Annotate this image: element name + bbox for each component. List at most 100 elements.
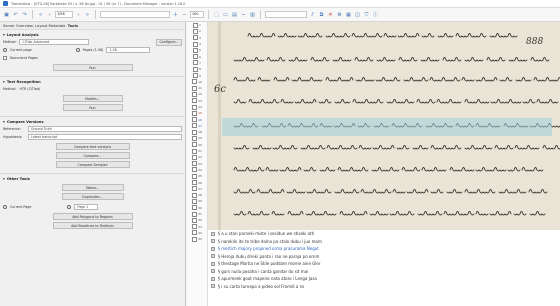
region-icon[interactable]: ▭ xyxy=(222,11,229,18)
prev-page-icon[interactable]: ‹ xyxy=(46,11,53,18)
line-icon[interactable]: ▤ xyxy=(231,11,238,18)
line-checkbox[interactable] xyxy=(192,91,198,97)
collapse-icon[interactable]: ▾ xyxy=(3,33,5,37)
line-checkbox[interactable] xyxy=(192,154,198,160)
transcription-panel[interactable]: § a u stari parneki miste i sesidun we s… xyxy=(208,230,560,306)
panel-tabs-label[interactable]: Server Overview, Layout Metadata xyxy=(3,24,66,28)
line-checkbox[interactable] xyxy=(192,148,198,154)
line-checkbox[interactable] xyxy=(192,85,198,91)
line-checkbox[interactable] xyxy=(192,117,198,123)
tab-tools[interactable]: Tools xyxy=(68,24,78,28)
next-page-icon[interactable]: › xyxy=(75,11,82,18)
line-checkbox[interactable] xyxy=(192,205,198,211)
line-checkbox[interactable] xyxy=(192,192,198,198)
line-checkbox[interactable] xyxy=(192,123,198,129)
line-checkbox[interactable] xyxy=(193,35,199,41)
pages-radio[interactable] xyxy=(75,48,80,52)
line-checkbox[interactable] xyxy=(193,66,199,72)
line-checkbox[interactable] xyxy=(192,98,198,104)
filter-icon[interactable]: ⛉ xyxy=(363,11,370,18)
manuscript-image-view[interactable]: 6c 888 xyxy=(208,22,560,230)
line-checkbox[interactable] xyxy=(192,129,198,135)
line-number[interactable]: 35 xyxy=(187,236,207,242)
merge-icon[interactable]: ⧉ xyxy=(318,11,325,18)
duplicates-button[interactable]: Duplicates... xyxy=(61,193,124,200)
collapse-icon[interactable]: ▾ xyxy=(3,120,5,124)
line-checkbox[interactable] xyxy=(192,161,198,167)
hypothesis-select[interactable]: Latest transcript xyxy=(28,134,182,140)
line-checkbox[interactable] xyxy=(193,47,199,53)
transcript-line[interactable]: § mertich majory projoned orma pracurama… xyxy=(208,245,560,253)
collapse-icon[interactable]: ▾ xyxy=(3,80,5,84)
line-checkbox[interactable] xyxy=(192,180,198,186)
transcript-line[interactable]: § gurs nuila posaha i canta gandar do si… xyxy=(208,268,560,276)
save-icon[interactable]: ▣ xyxy=(3,11,10,18)
scope-select[interactable]: Page 1 xyxy=(74,204,99,210)
line-checkbox[interactable] xyxy=(192,79,198,85)
view-icon[interactable]: ◫ xyxy=(354,11,361,18)
transcript-line[interactable]: § a u stari parneki miste i sesidun we s… xyxy=(208,230,560,238)
other-tools-title[interactable]: ▾ Other Tools xyxy=(3,176,182,182)
undo-icon[interactable]: ↶ xyxy=(12,11,19,18)
zoom-out-icon[interactable]: － xyxy=(181,11,188,18)
line-checkbox[interactable] xyxy=(192,142,198,148)
line-checkbox[interactable] xyxy=(193,73,199,79)
pages-field[interactable]: 1-56 xyxy=(106,47,151,53)
line-checkbox[interactable] xyxy=(192,211,198,217)
line-checkbox[interactable] xyxy=(192,110,198,116)
baseline-icon[interactable]: ⎯ xyxy=(240,11,247,18)
zoom-field[interactable]: 100 xyxy=(190,11,204,18)
line-checkbox[interactable] xyxy=(192,236,198,242)
method-select[interactable]: CITlab Advanced xyxy=(19,39,90,45)
transcript-line[interactable]: § i su carta turnepo a pideo sol Fromdi … xyxy=(208,283,560,291)
compare-advanced-button[interactable]: Compare... xyxy=(55,152,130,159)
document-path-field[interactable] xyxy=(100,11,170,18)
grid-icon[interactable]: ▦ xyxy=(345,11,352,18)
line-checkbox[interactable] xyxy=(193,60,199,66)
info-icon[interactable]: ⓘ xyxy=(372,11,379,18)
line-checkbox[interactable] xyxy=(192,167,198,173)
recognition-run-button[interactable]: Run xyxy=(62,104,123,111)
line-checkbox[interactable] xyxy=(192,135,198,141)
page-number-field[interactable]: 1/56 xyxy=(55,11,73,18)
line-checkbox[interactable] xyxy=(192,224,198,230)
line-checkbox[interactable] xyxy=(193,41,199,47)
line-checkbox[interactable] xyxy=(192,104,198,110)
transcript-line[interactable]: § apurmeek gout mapeiro nata ataro i Len… xyxy=(208,275,560,283)
pages-radio-2[interactable] xyxy=(67,205,72,209)
selected-line-highlight[interactable] xyxy=(222,118,552,136)
word-icon[interactable]: ▥ xyxy=(249,11,256,18)
line-checkbox[interactable] xyxy=(193,54,199,60)
line-checkbox[interactable] xyxy=(193,28,199,34)
panel-tabs[interactable]: Server Overview, Layout Metadata Tools xyxy=(0,22,185,30)
line-checkbox[interactable] xyxy=(193,22,199,28)
document-pages-checkbox[interactable] xyxy=(3,56,7,60)
delete-icon[interactable]: ✕ xyxy=(327,11,334,18)
split-icon[interactable]: ⫽ xyxy=(309,11,316,18)
line-checkbox[interactable] xyxy=(192,217,198,223)
settings-icon[interactable]: ⚙ xyxy=(336,11,343,18)
tool-selector[interactable] xyxy=(265,11,307,18)
collapse-icon[interactable]: ▾ xyxy=(3,177,5,181)
current-page-radio-2[interactable] xyxy=(3,205,7,209)
line-checkbox[interactable] xyxy=(192,198,198,204)
transcript-line[interactable]: § Heroja dubu drieki panta i rao ne para… xyxy=(208,253,560,261)
line-checkbox[interactable] xyxy=(192,173,198,179)
zoom-in-icon[interactable]: ＋ xyxy=(172,11,179,18)
configure-button[interactable]: Configure... xyxy=(156,38,182,46)
line-checkbox[interactable] xyxy=(192,230,198,236)
add-polygons-button[interactable]: Add Polygons to Regions xyxy=(52,213,133,220)
current-page-radio[interactable] xyxy=(3,48,7,52)
transcript-line[interactable]: § thestage Martia ne Stile poddam morne … xyxy=(208,260,560,268)
compare-samples-button[interactable]: Compare Samples xyxy=(55,161,130,168)
reference-select[interactable]: Ground Truth xyxy=(28,126,182,132)
select-icon[interactable]: ⬚ xyxy=(213,11,220,18)
line-checkbox[interactable] xyxy=(192,186,198,192)
models-button[interactable]: Models... xyxy=(62,95,123,102)
last-page-icon[interactable]: » xyxy=(84,11,91,18)
layout-run-button[interactable]: Run xyxy=(52,64,133,71)
redo-icon[interactable]: ↷ xyxy=(21,11,28,18)
tables-button[interactable]: Tables... xyxy=(61,184,124,191)
compare-text-button[interactable]: Compare text versions xyxy=(55,143,130,150)
transcript-line[interactable]: § nareklin ite te tribe dolno po stalo d… xyxy=(208,238,560,246)
